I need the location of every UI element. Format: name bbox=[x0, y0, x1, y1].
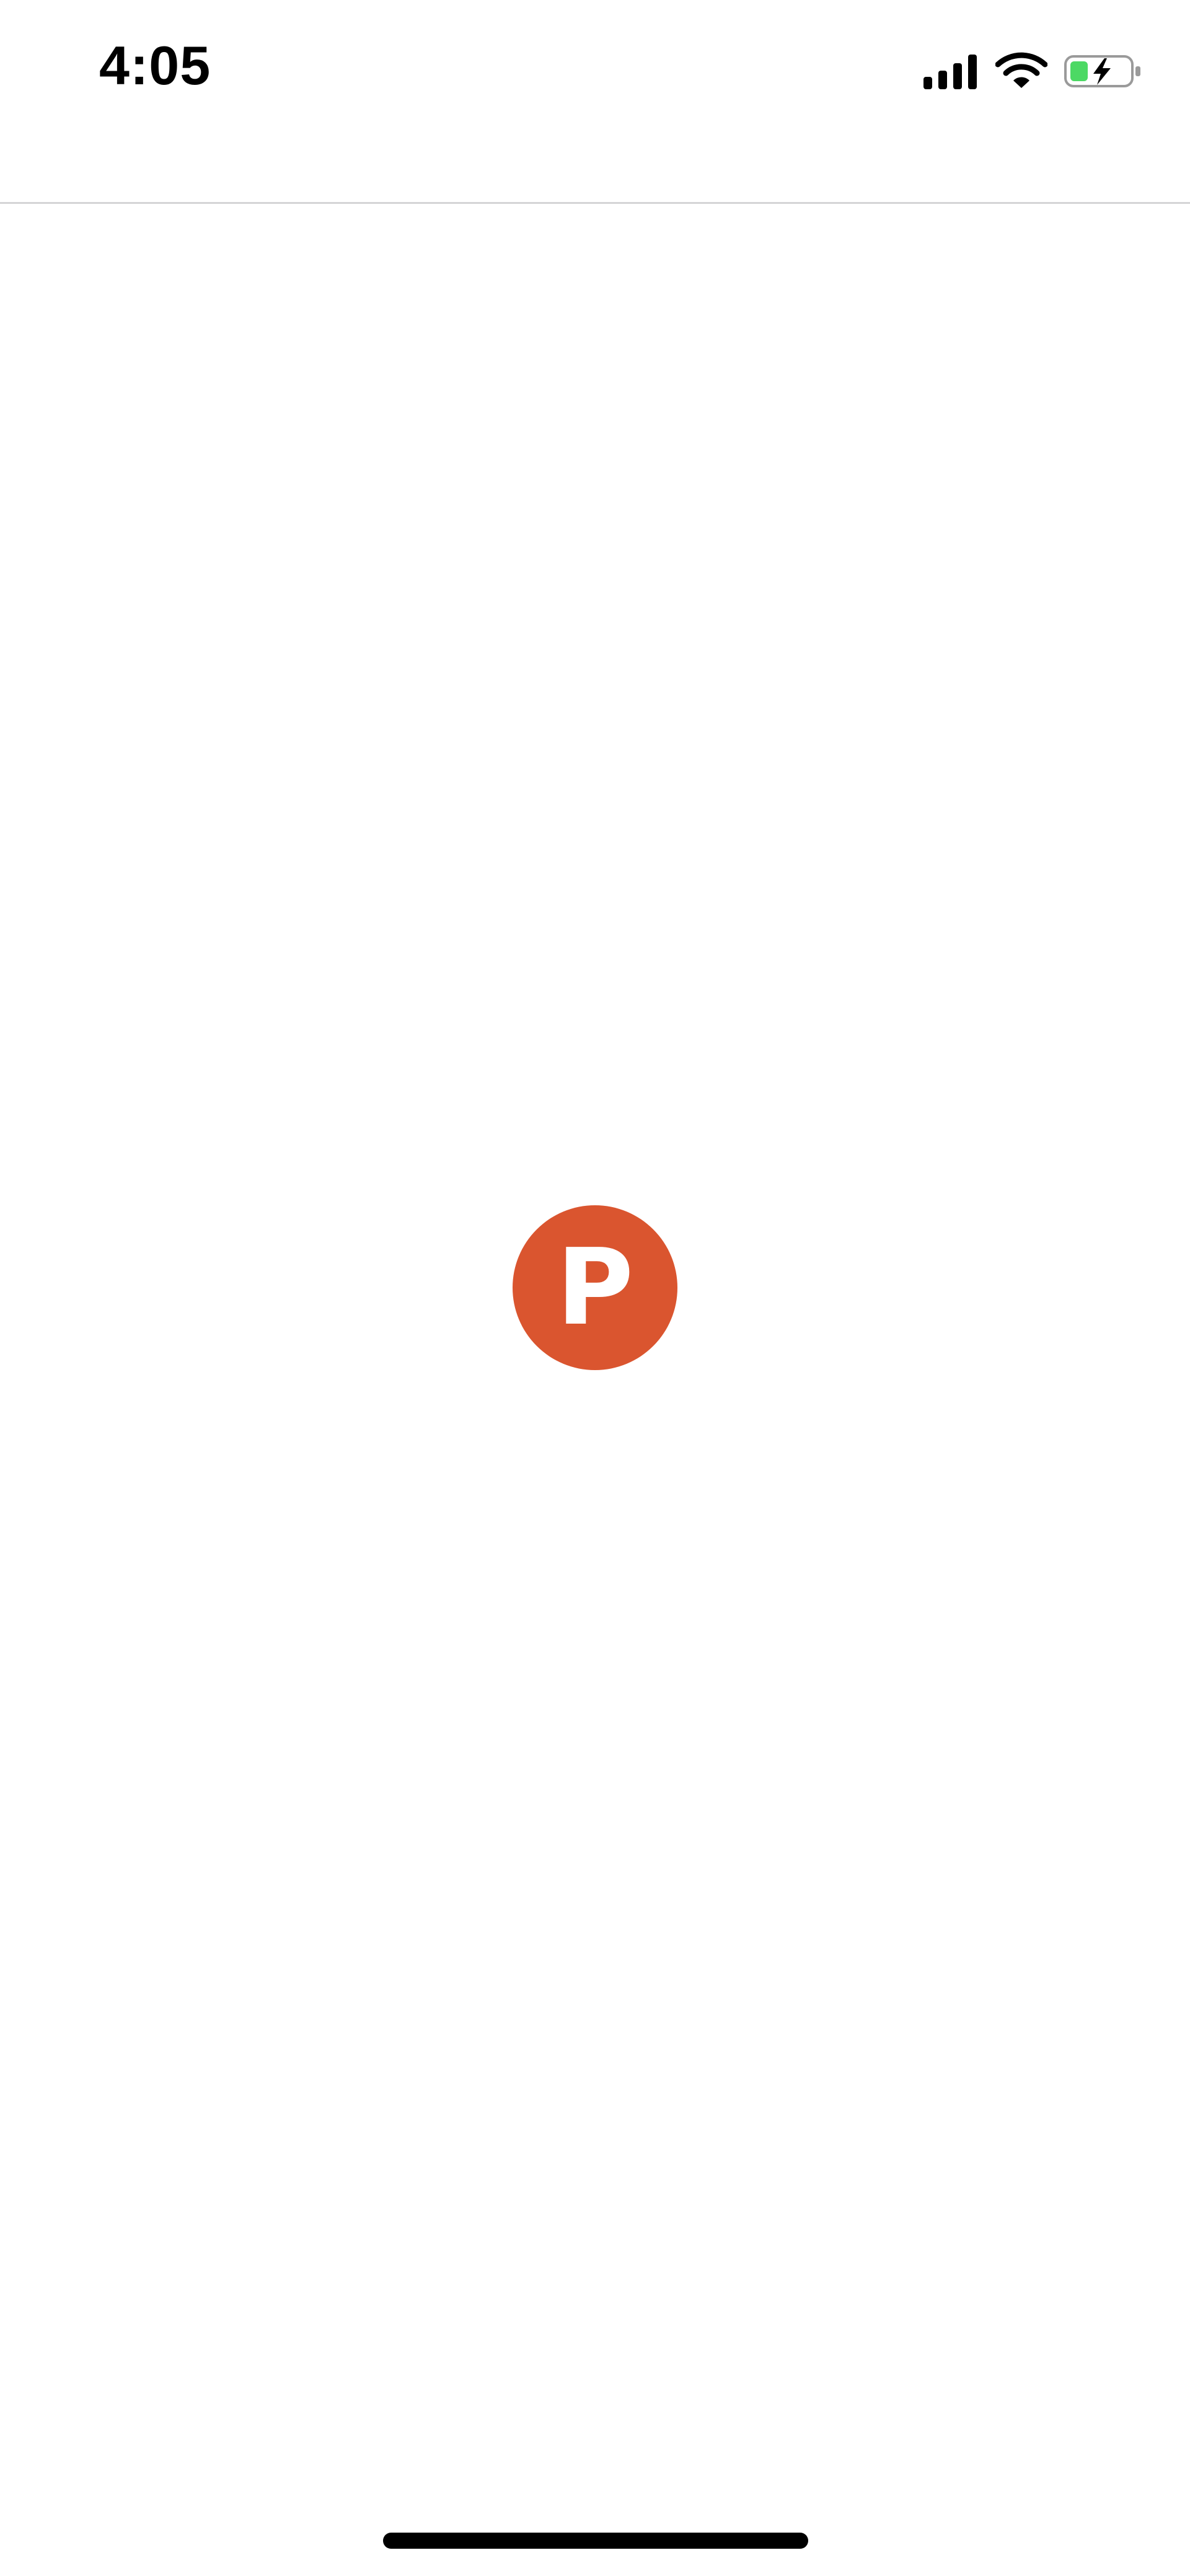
navigation-bar bbox=[0, 146, 1190, 203]
wifi-icon bbox=[995, 52, 1047, 88]
logo-letter: P bbox=[557, 1226, 634, 1349]
signal-icon bbox=[923, 55, 977, 89]
status-time: 4:05 bbox=[99, 35, 211, 96]
status-icons bbox=[922, 50, 1143, 93]
app-screen: 4:05 P bbox=[0, 0, 1190, 2576]
status-bar: 4:05 bbox=[0, 0, 1190, 146]
producthunt-logo-icon: P bbox=[513, 1205, 677, 1370]
nav-divider bbox=[0, 202, 1190, 204]
battery-charging-icon bbox=[1064, 55, 1140, 87]
home-indicator[interactable] bbox=[383, 2533, 808, 2549]
